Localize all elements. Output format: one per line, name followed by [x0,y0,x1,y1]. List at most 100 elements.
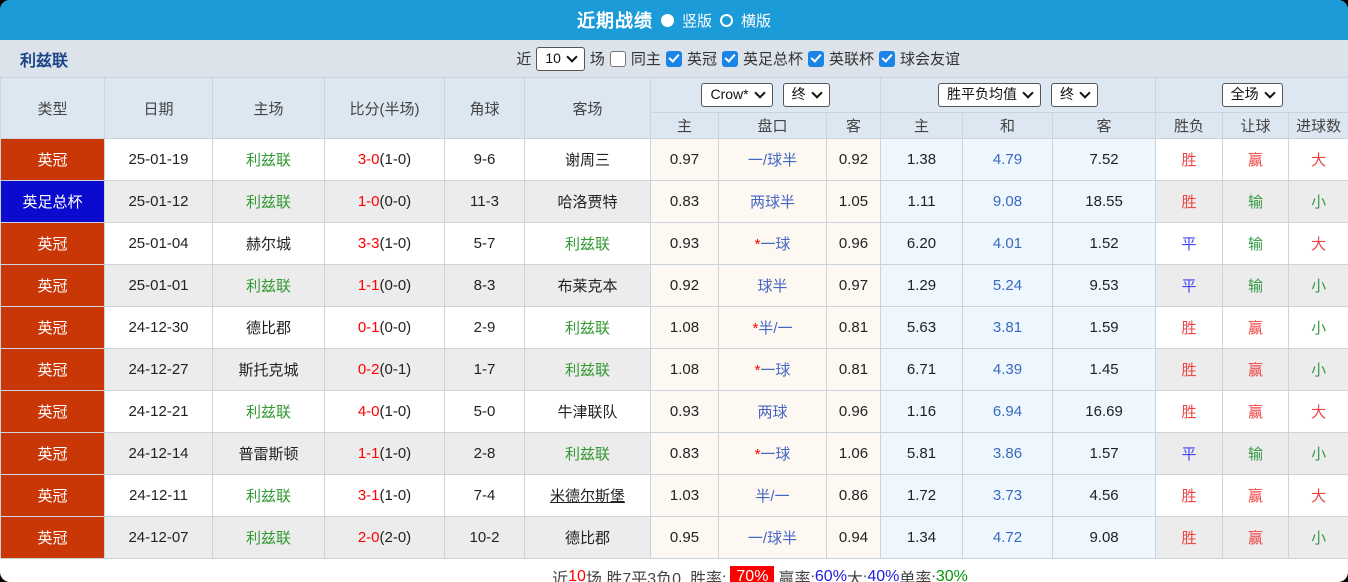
odds-home-cell: 0.92 [651,265,719,307]
league-cup-checkbox[interactable] [808,51,824,67]
date-cell: 24-12-30 [105,307,213,349]
odds-home-cell: 0.83 [651,433,719,475]
championship-label[interactable]: 英冠 [687,48,717,69]
sub-header-odds-home: 主 [651,113,719,139]
summary-line: 近10场,胜7平3负0, 胜率:70% 赢率:60% 大:40% 单率:30% [0,559,1348,582]
fa-cup-checkbox[interactable] [722,51,738,67]
odds-away-cell: 1.05 [827,181,881,223]
handicap-result-cell: 赢 [1223,349,1289,391]
avg-home-cell: 1.16 [881,391,963,433]
avg-draw-cell: 4.01 [963,223,1053,265]
avg-home-cell: 5.81 [881,433,963,475]
away-team-cell: 德比郡 [525,517,651,559]
wdl-result-cell: 胜 [1156,181,1223,223]
friendly-label[interactable]: 球会友谊 [900,48,960,69]
goals-result-cell: 小 [1289,265,1348,307]
avg-group-header: 胜平负均值 终 [881,78,1156,113]
avg-type-select[interactable]: 胜平负均值 [938,83,1041,107]
summary-part: 30% [936,568,968,582]
wdl-result-cell: 胜 [1156,349,1223,391]
odds-home-cell: 0.97 [651,139,719,181]
friendly-checkbox[interactable] [879,51,895,67]
away-team-cell: 利兹联 [525,307,651,349]
same-home-label[interactable]: 同主 [631,48,661,69]
avg-draw-cell: 4.79 [963,139,1053,181]
handicap-cell: 一/球半 [719,139,827,181]
date-cell: 25-01-12 [105,181,213,223]
championship-checkbox[interactable] [666,51,682,67]
match-row: 英冠25-01-04赫尔城3-3(1-0)5-7利兹联0.93*一球0.966.… [1,223,1348,265]
handicap-result-cell: 赢 [1223,517,1289,559]
score-cell: 1-0(0-0) [325,181,445,223]
date-cell: 24-12-27 [105,349,213,391]
wdl-result-cell: 平 [1156,433,1223,475]
summary-part: 场,胜7平3负0, 胜率: [586,565,726,582]
avg-draw-cell: 4.39 [963,349,1053,391]
match-count-select[interactable]: 10 [536,47,585,71]
corner-cell: 10-2 [445,517,525,559]
away-team-cell: 哈洛贾特 [525,181,651,223]
corner-cell: 8-3 [445,265,525,307]
horizontal-layout-radio[interactable] [720,14,733,27]
corner-cell: 9-6 [445,139,525,181]
goals-result-cell: 大 [1289,139,1348,181]
away-team-cell: 利兹联 [525,223,651,265]
avg-draw-cell: 3.86 [963,433,1053,475]
match-row: 英冠24-12-27斯托克城0-2(0-1)1-7利兹联1.08*一球0.816… [1,349,1348,391]
date-cell: 24-12-21 [105,391,213,433]
odds-away-cell: 0.81 [827,307,881,349]
away-team-cell: 谢周三 [525,139,651,181]
match-row: 英冠24-12-14普雷斯顿1-1(1-0)2-8利兹联0.83*一球1.065… [1,433,1348,475]
fa-cup-label[interactable]: 英足总杯 [743,48,803,69]
summary-part: 近 [552,565,568,582]
league-cup-label[interactable]: 英联杯 [829,48,874,69]
horizontal-layout-label[interactable]: 横版 [741,10,771,31]
odds-home-cell: 1.08 [651,349,719,391]
col-header-home: 主场 [213,78,325,139]
odds-company-select[interactable]: Crow* [701,83,772,107]
vertical-layout-label[interactable]: 竖版 [682,10,712,31]
vertical-layout-radio[interactable] [661,14,674,27]
odds-away-cell: 0.81 [827,349,881,391]
odds-stage-select[interactable]: 终 [783,83,830,107]
score-cell: 0-2(0-1) [325,349,445,391]
wdl-result-cell: 平 [1156,265,1223,307]
handicap-result-cell: 赢 [1223,391,1289,433]
scope-select[interactable]: 全场 [1222,83,1283,107]
goals-result-cell: 小 [1289,433,1348,475]
handicap-result-cell: 赢 [1223,475,1289,517]
col-header-corner: 角球 [445,78,525,139]
league-type-cell: 英冠 [1,223,105,265]
odds-home-cell: 0.95 [651,517,719,559]
goals-result-cell: 大 [1289,475,1348,517]
score-cell: 2-0(2-0) [325,517,445,559]
wdl-result-cell: 胜 [1156,391,1223,433]
same-home-checkbox[interactable] [610,51,626,67]
odds-home-cell: 1.08 [651,307,719,349]
home-team-cell: 利兹联 [213,139,325,181]
home-team-cell: 利兹联 [213,181,325,223]
corner-cell: 5-7 [445,223,525,265]
corner-cell: 7-4 [445,475,525,517]
summary-part: 70% [730,566,774,582]
avg-home-cell: 5.63 [881,307,963,349]
avg-stage-select[interactable]: 终 [1051,83,1098,107]
avg-home-cell: 1.11 [881,181,963,223]
away-team-cell[interactable]: 米德尔斯堡 [525,475,651,517]
avg-home-cell: 1.72 [881,475,963,517]
handicap-cell: 球半 [719,265,827,307]
corner-cell: 2-9 [445,307,525,349]
handicap-cell: *一球 [719,223,827,265]
avg-draw-cell: 6.94 [963,391,1053,433]
handicap-cell: *一球 [719,349,827,391]
summary-part: 大: [847,565,867,582]
match-row: 英冠24-12-30德比郡0-1(0-0)2-9利兹联1.08*半/一0.815… [1,307,1348,349]
avg-home-cell: 1.38 [881,139,963,181]
odds-away-cell: 0.94 [827,517,881,559]
avg-away-cell: 18.55 [1053,181,1156,223]
match-row: 英冠24-12-11利兹联3-1(1-0)7-4米德尔斯堡1.03半/一0.86… [1,475,1348,517]
table-header: 类型 日期 主场 比分(半场) 角球 客场 Crow* 终 胜平负均值 终 [1,78,1348,139]
col-header-date: 日期 [105,78,213,139]
filter-controls: 近 10 场 同主 英冠 英足总杯 英联杯 球会友谊 [516,47,960,71]
league-type-cell: 英冠 [1,433,105,475]
